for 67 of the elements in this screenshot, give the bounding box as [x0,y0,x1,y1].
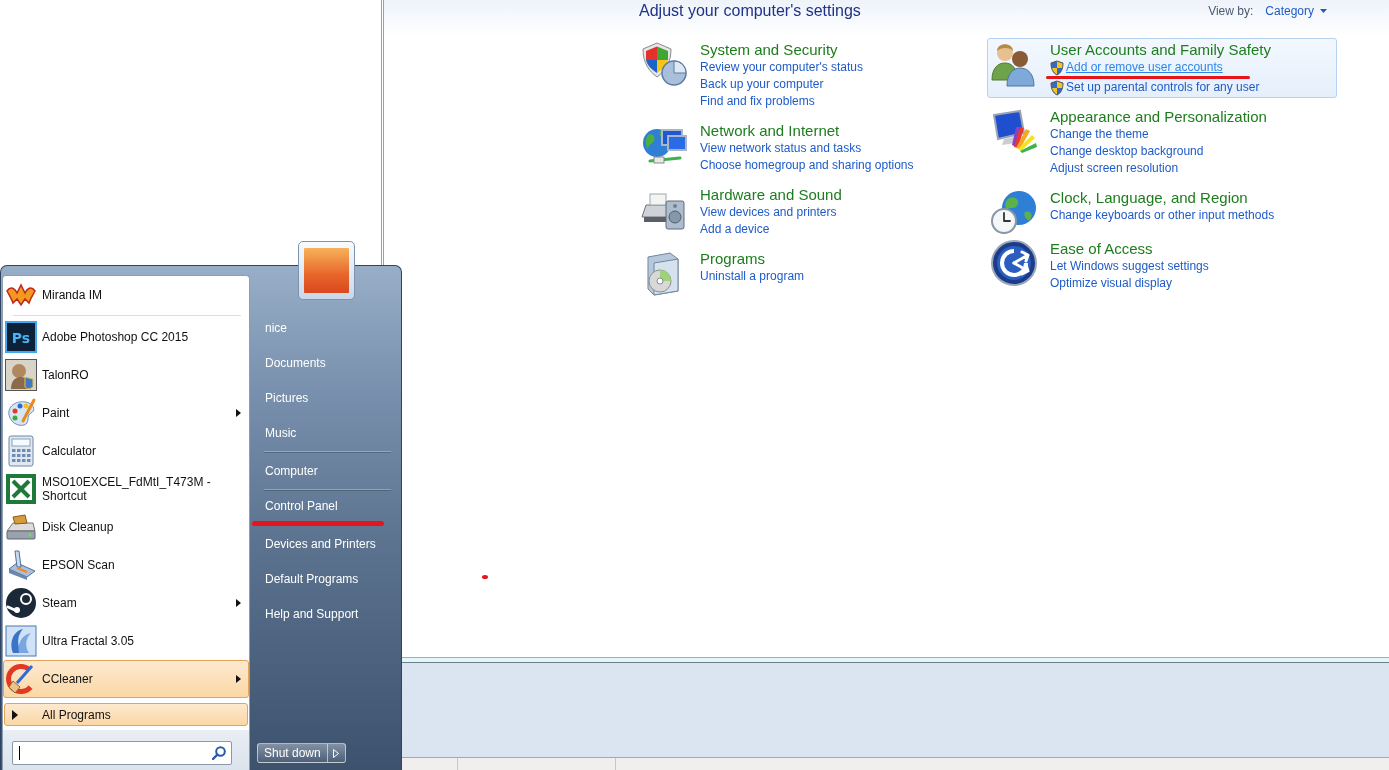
settings-link[interactable]: Review your computer's status [700,59,864,76]
ink-dot [482,575,488,579]
settings-link[interactable]: Change the theme [1050,126,1149,143]
program-item[interactable]: EPSON Scan [3,546,249,584]
game-art-icon [5,359,37,391]
app-tile-icon: Ps [5,321,37,353]
category-title[interactable]: Hardware and Sound [700,185,842,204]
category-title[interactable]: System and Security [700,40,864,59]
accessibility-icon [990,239,1038,287]
category-title[interactable]: Appearance and Personalization [1050,107,1267,126]
search-field[interactable] [12,741,232,765]
view-by-label: View by: [1208,3,1254,19]
program-item[interactable]: Steam [3,584,249,622]
calculator-icon [5,435,37,467]
caret-icon [333,748,340,758]
settings-link[interactable]: Let Windows suggest settings [1050,258,1209,275]
caret-icon [12,709,18,720]
category-title[interactable]: Network and Internet [700,121,914,140]
settings-link[interactable]: Choose homegroup and sharing options [700,157,914,174]
menu-item[interactable]: Control Panel [264,491,391,521]
program-item[interactable]: Calculator [3,432,249,470]
settings-link[interactable]: Add a device [700,221,770,238]
drive-icon [5,511,37,543]
swirl-tile-icon [5,625,37,657]
page-heading: Adjust your computer's settings [639,1,861,21]
settings-link[interactable]: Adjust screen resolution [1050,160,1179,177]
category-title[interactable]: Programs [700,249,805,268]
caret-icon [1320,9,1327,13]
menu-item[interactable]: Computer [264,453,391,488]
settings-link[interactable]: Change desktop background [1050,143,1204,160]
security-shield-icon [640,40,688,88]
settings-link[interactable]: Change keyboards or other input methods [1050,207,1275,224]
shut-down-button[interactable]: Shut down [257,743,328,763]
settings-link[interactable]: Optimize visual display [1050,275,1173,292]
spreadsheet-icon [5,473,37,505]
view-by-dropdown[interactable]: Category [1265,3,1327,19]
category-title[interactable]: Ease of Access [1050,239,1209,258]
menu-item[interactable]: Pictures [264,380,391,415]
settings-link[interactable]: View devices and printers [700,204,837,221]
category-title[interactable]: Clock, Language, and Region [1050,188,1275,207]
globe-and-clock-icon [990,188,1038,236]
menu-item[interactable]: Devices and Printers [264,526,391,561]
settings-link[interactable]: Back up your computer [700,76,824,93]
program-item[interactable]: Miranda IM [3,276,249,314]
program-item[interactable]: MSO10EXCEL_FdMtI_T473M - Shortcut [3,470,249,508]
category-title[interactable]: User Accounts and Family Safety [1050,40,1271,59]
settings-link[interactable]: Uninstall a program [700,268,805,285]
settings-link[interactable]: Add or remove user accounts [1066,59,1223,76]
menu-item[interactable]: Default Programs [264,561,391,596]
palette-icon [5,397,37,429]
settings-link[interactable]: Find and fix problems [700,93,815,110]
all-programs-button[interactable]: All Programs [4,703,248,726]
menu-item[interactable]: Help and Support [264,596,391,631]
program-item[interactable]: Paint [3,394,249,432]
photo-placeholder[interactable] [298,241,355,300]
program-item[interactable]: Disk Cleanup [3,508,249,546]
monitor-and-swatches-icon [990,107,1038,155]
program-item[interactable]: CCleaner [3,660,249,698]
menu-item[interactable]: Music [264,415,391,450]
round-logo-icon [5,587,37,619]
search-icon [212,746,226,760]
shut-down-options-button[interactable] [327,743,346,763]
program-item[interactable]: Ultra Fractal 3.05 [3,622,249,660]
program-item[interactable]: Ps Adobe Photoshop CC 2015 [3,318,249,356]
settings-link[interactable]: View network status and tasks [700,140,862,157]
program-item[interactable]: TalonRO [3,356,249,394]
settings-link[interactable]: Set up parental controls for any user [1066,79,1260,96]
